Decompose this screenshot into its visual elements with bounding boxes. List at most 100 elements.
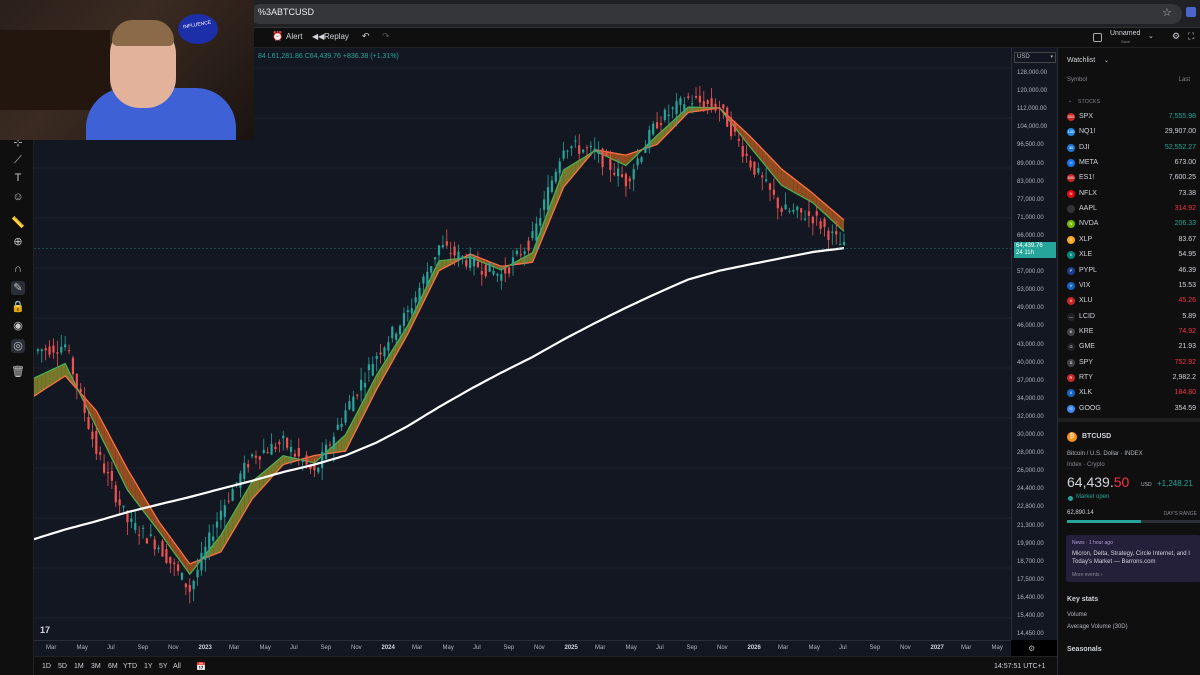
candle-body [453,246,456,256]
candle-body [75,373,78,388]
bookmark-star-icon[interactable]: ☆ [1162,6,1172,19]
watchlist-row[interactable]: — LCID 5.89 [1058,310,1200,325]
replay-icon[interactable]: ◀◀ [312,32,324,41]
candle-body [153,539,156,550]
candle-body [784,204,787,210]
text-icon[interactable]: T [11,171,25,185]
candle-body [449,253,452,255]
range-button-1y[interactable]: 1Y [144,663,153,670]
range-button-5y[interactable]: 5Y [159,663,168,670]
trendline-icon[interactable]: ⟋ [11,153,25,167]
lock-icon[interactable]: 🔒 [11,300,25,314]
watchlist-symbol: LCID [1079,312,1095,320]
chevron-down-icon[interactable]: ⌄ [1148,32,1154,40]
news-card[interactable]: News · 1 hour ago Micron, Delta, Strateg… [1066,535,1200,582]
trash-icon[interactable]: 🗑 [11,365,25,379]
currency-selector[interactable]: USD ▾ [1014,52,1056,63]
magnet-icon[interactable]: ∩ [11,262,25,276]
watchlist-row[interactable]: 500 SPX 7,555.98 [1058,110,1200,125]
chevron-down-icon[interactable]: ⌄ [1068,98,1072,104]
watchlist-row[interactable]: 30 DJI 52,552.27 [1058,141,1200,156]
time-axis[interactable]: Mar May Jul Sep Nov 2023 Mar May Jul Sep Nov 2024 Ma… [34,640,1011,656]
range-button-ytd[interactable]: YTD [123,663,137,670]
candle-body [67,350,71,352]
price-tick-label: 49,000.00 [1017,305,1044,312]
time-tick-label: Jul [656,645,664,651]
range-button-3m[interactable]: 3M [91,663,101,670]
price-tick-label: 18,700.00 [1017,558,1044,565]
more-events-link[interactable]: More events › [1072,572,1103,578]
symbol-logo-icon: N [1067,220,1075,229]
fullscreen-icon[interactable]: ⛶ [1188,31,1194,42]
candle-body [624,173,628,187]
replay-button[interactable]: Replay [324,32,349,41]
watchlist-row[interactable]: X XLU 45.26 [1058,294,1200,309]
watchlist-title[interactable]: Watchlist [1067,57,1095,64]
watchlist-row[interactable]: S SPY 752.92 [1058,356,1200,371]
address-bar[interactable]: %3ABTCUSD [250,4,1182,24]
candle-body [679,98,682,105]
eye-icon[interactable]: ◉ [11,319,25,333]
watchlist-row[interactable]: 500 ES1! 7,600.25 [1058,171,1200,186]
price-axis[interactable]: USD ▾ 128,000.00 120,000.00 112,000.00 104,… [1011,48,1057,640]
candle-body [324,444,328,459]
emoji-icon[interactable]: ☺ [11,190,25,204]
watchlist-row[interactable]: ∞ META 673.00 [1058,156,1200,171]
zoom-icon[interactable]: ⊕ [11,235,25,249]
alert-button[interactable]: Alert [286,32,302,41]
news-headline[interactable]: Micron, Delta, Strategy, Circle Internet… [1072,550,1200,566]
stay-in-drawing-icon[interactable]: ✎ [11,281,25,295]
range-button-all[interactable]: All [173,663,181,670]
gear-icon[interactable]: ⚙ [1172,31,1180,42]
axis-settings-icon[interactable]: ⚙ [1028,644,1035,653]
candle-body [383,347,386,357]
utc-clock[interactable]: 14:57:51 UTC+1 [994,663,1046,670]
time-tick-label: Nov [717,645,728,651]
range-button-1m[interactable]: 1M [74,663,84,670]
watchlist-row[interactable]: K KRE 74.92 [1058,325,1200,340]
ma-ribbon-segment [34,376,38,397]
chevron-down-icon[interactable]: ⌄ [1104,57,1109,64]
watchlist-row[interactable]: P PYPL 46.39 [1058,264,1200,279]
range-button-5d[interactable]: 5D [58,663,67,670]
details-symbol[interactable]: BTCUSD [1082,433,1111,440]
range-button-1d[interactable]: 1D [42,663,51,670]
watchlist-row[interactable]: G GME 21.93 [1058,340,1200,355]
watchlist-row[interactable]: X XLK 184.80 [1058,386,1200,401]
alarm-clock-icon[interactable]: ⏰ [272,31,283,42]
candle-body [523,251,526,254]
watchlist-row[interactable]: 100 NQ1! 29,907.00 [1058,125,1200,140]
extension-icon[interactable] [1186,7,1196,17]
watchlist-section-stocks[interactable]: STOCKS [1078,99,1100,105]
ruler-icon[interactable]: 📏 [11,216,25,230]
candle-body [176,564,180,572]
seasonals-title[interactable]: Seasonals [1067,646,1102,653]
candle-body [722,104,725,109]
watchlist-last-price: 7,600.25 [1168,174,1196,182]
globe-icon[interactable]: ◎ [11,339,25,353]
watchlist-last-price: 673.00 [1174,159,1196,167]
column-header-last[interactable]: Last [1179,77,1190,83]
redo-icon[interactable]: ↷ [382,31,390,42]
layout-name[interactable]: Unnamed [1110,30,1140,37]
watchlist-row[interactable]: N NFLX 73.38 [1058,187,1200,202]
watchlist-row[interactable]: N NVDA 206.33 [1058,217,1200,232]
watchlist-row[interactable]: G GOOG 354.59 [1058,402,1200,417]
price-tick-label: 104,000.00 [1017,124,1048,131]
watchlist-row[interactable]: R RTY 2,982.2 [1058,371,1200,386]
range-button-6m[interactable]: 6M [108,663,118,670]
candle-body [102,463,106,473]
layout-icon[interactable] [1093,33,1102,42]
watchlist-row[interactable]: AAPL 314.92 [1058,202,1200,217]
candle-body [543,199,546,210]
watchlist-row[interactable]: V VIX 15.53 [1058,279,1200,294]
candle-body [733,121,737,132]
column-header-symbol[interactable]: Symbol [1067,77,1087,83]
candle-body [141,527,145,529]
watchlist-row[interactable]: X XLE 54.95 [1058,248,1200,263]
slow-ma-line [34,107,845,565]
date-range-icon[interactable]: 📅 [196,662,206,671]
watchlist-row[interactable]: X XLP 83.67 [1058,233,1200,248]
undo-icon[interactable]: ↶ [362,31,370,42]
price-tick-label: 28,000.00 [1017,450,1044,457]
